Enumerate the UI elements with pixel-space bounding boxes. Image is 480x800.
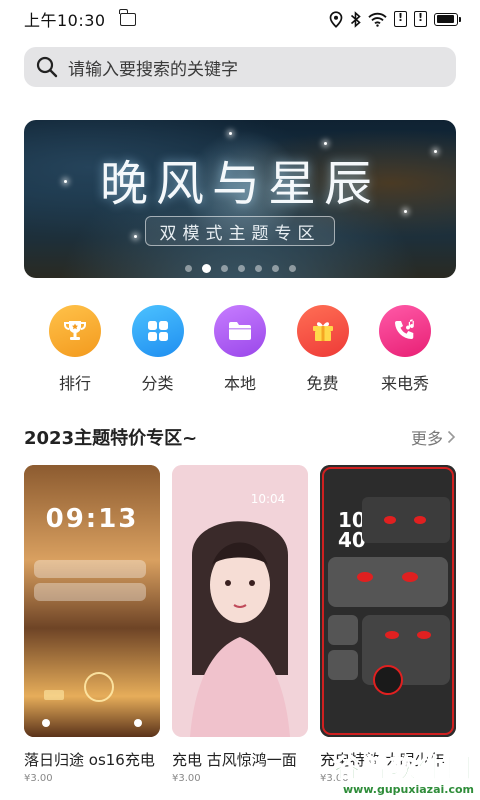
star-sparkle [229, 132, 232, 135]
watermark-url: www.gupuxiazai.com [343, 783, 474, 796]
banner-subtitle-box: 双模式主题专区 [145, 216, 335, 246]
pagination-dot[interactable] [220, 265, 228, 272]
preview-clock: 10:04 [251, 492, 286, 506]
phone-music-icon [395, 319, 414, 339]
banner-pagination[interactable] [24, 264, 456, 273]
status-icons: ! ! [329, 10, 461, 28]
alert-icon: ! [394, 11, 407, 27]
theme-card[interactable]: 09:13 落日归途 os16充电 ¥3.00 [24, 465, 160, 784]
sunset-preview-art: 09:13 [24, 465, 160, 737]
theme-card-price: ¥3.00 [172, 773, 201, 784]
pagination-dot[interactable] [201, 264, 211, 273]
site-watermark: 谷普软件园 www.gupuxiazai.com [333, 748, 474, 797]
chevron-right-icon [447, 430, 456, 444]
pagination-dot[interactable] [184, 265, 192, 272]
category-icon-bg [131, 305, 184, 357]
theme-card-price: ¥3.00 [24, 773, 53, 784]
section-header: 2023主题特价专区~ 更多 [24, 424, 456, 450]
category-label: 来电秀 [380, 374, 429, 393]
status-time: 上午10:30 [24, 11, 106, 30]
status-bar: 上午10:30 ! ! [0, 0, 480, 38]
alert-icon: ! [414, 11, 427, 27]
bluetooth-icon [350, 10, 361, 28]
theme-card[interactable]: 10 40 充电特效 大眼少年 ¥3.00 [320, 465, 456, 784]
category-icon-bg [49, 305, 101, 357]
theme-card[interactable]: 10:04 充电 古风惊鸿一面 ¥3.00 [172, 465, 308, 784]
pagination-dot[interactable] [237, 265, 245, 272]
category-label: 免费 [306, 374, 339, 393]
anime-boy-preview-art: 10 40 [320, 465, 456, 737]
theme-preview-image[interactable]: 10 40 [320, 465, 456, 737]
theme-card-name: 落日归途 os16充电 [24, 751, 155, 769]
search-icon [36, 56, 58, 78]
category-icon-bg [296, 305, 349, 357]
watermark-logo: 谷普软件园 [333, 754, 474, 785]
category-row: 排行 分类 本地 免费 来电秀 [24, 305, 456, 395]
gift-icon [312, 322, 333, 341]
star-sparkle [134, 235, 137, 238]
search-input[interactable]: 请输入要搜索的关键字 [68, 55, 238, 80]
theme-preview-image[interactable]: 10:04 [172, 465, 308, 737]
location-icon [329, 10, 343, 28]
category-icon-bg [379, 305, 431, 357]
theme-preview-image[interactable]: 09:13 [24, 465, 160, 737]
theme-card-name: 充电 古风惊鸿一面 [172, 751, 297, 769]
preview-clock: 09:13 [46, 504, 139, 534]
banner-title: 晚风与星辰 [99, 156, 380, 212]
banner-subtitle: 双模式主题专区 [159, 223, 321, 244]
pagination-dot[interactable] [271, 265, 279, 272]
search-bar[interactable]: 请输入要搜索的关键字 [24, 47, 456, 87]
category-label: 分类 [141, 374, 174, 393]
category-ringtone-show[interactable]: 来电秀 [378, 305, 432, 395]
pagination-dot[interactable] [288, 265, 296, 272]
more-label: 更多 [410, 429, 443, 448]
category-local[interactable]: 本地 [213, 305, 267, 395]
category-label: 排行 [58, 374, 91, 393]
category-icon-bg [214, 305, 266, 357]
category-free[interactable]: 免费 [296, 305, 350, 395]
more-link[interactable]: 更多 [411, 425, 456, 449]
trophy-icon [64, 321, 86, 340]
grid-icon [147, 321, 168, 341]
folder-icon [119, 8, 136, 26]
wifi-icon [368, 12, 387, 27]
pagination-dot[interactable] [254, 265, 262, 272]
svg-text:40: 40 [338, 528, 366, 552]
category-label: 本地 [223, 374, 256, 393]
ancient-style-preview-art: 10:04 [172, 465, 308, 737]
category-ranking[interactable]: 排行 [48, 305, 102, 395]
battery-icon [434, 12, 461, 26]
section-title: 2023主题特价专区~ [24, 428, 198, 449]
folder-icon [229, 322, 251, 340]
promo-banner[interactable]: 晚风与星辰 双模式主题专区 [24, 120, 456, 278]
category-classify[interactable]: 分类 [131, 305, 185, 395]
